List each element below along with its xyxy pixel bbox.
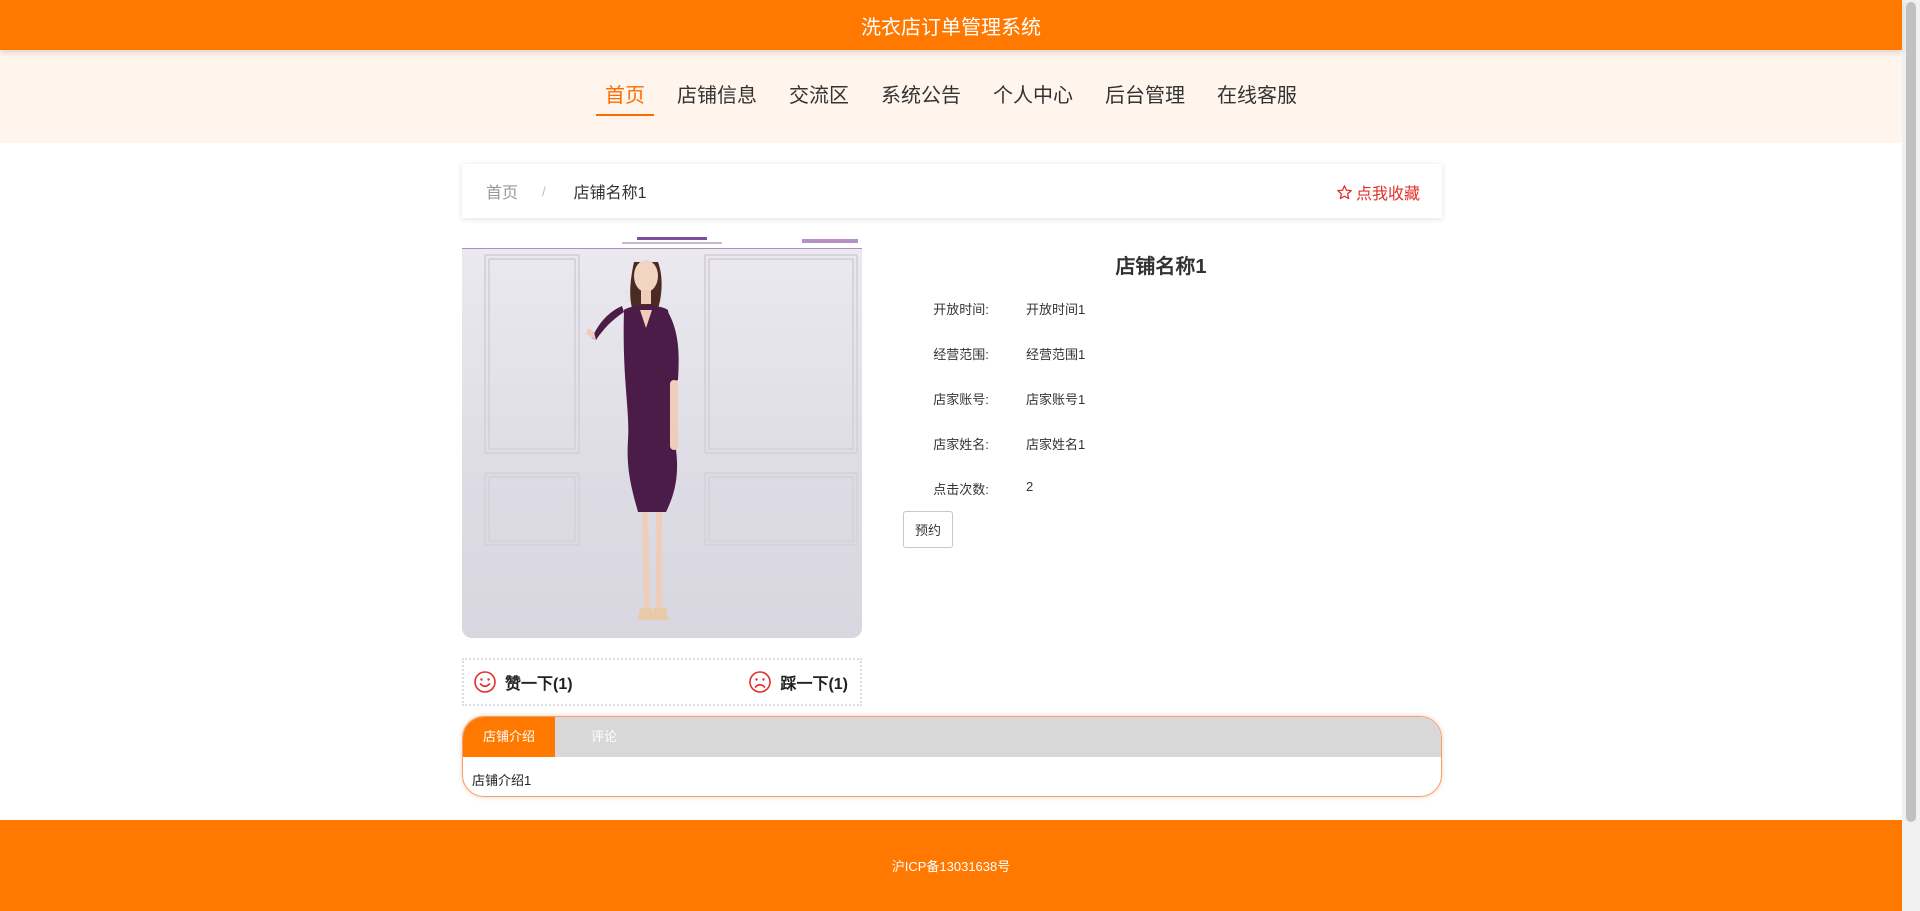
favorite-label: 点我收藏: [1355, 186, 1420, 203]
smile-face-icon: [474, 671, 496, 693]
like-button[interactable]: 赞一下(1): [473, 670, 573, 694]
breadcrumb-current: 店铺名称1: [573, 185, 647, 202]
nav-item-shop-info[interactable]: 店铺信息: [668, 80, 766, 112]
info-row-owner-name: 店家姓名: 店家姓名1: [900, 434, 1085, 453]
nav-item-forum[interactable]: 交流区: [780, 80, 858, 112]
info-label: 店家姓名:: [933, 437, 989, 452]
nav-item-announcements[interactable]: 系统公告: [872, 80, 970, 112]
dislike-label: 踩一下(1): [780, 676, 848, 693]
info-value: 经营范围1: [1026, 347, 1086, 362]
shop-name-heading: 店铺名称1: [1115, 256, 1207, 278]
info-row-business-scope: 经营范围: 经营范围1: [900, 344, 1085, 363]
nav-item-admin[interactable]: 后台管理: [1096, 80, 1194, 112]
site-footer: 沪ICP备13031638号: [0, 820, 1902, 911]
vote-box: 赞一下(1) 踩一下(1): [462, 658, 862, 706]
vertical-scrollbar[interactable]: [1902, 0, 1920, 911]
info-value: 开放时间1: [1026, 302, 1086, 317]
info-value: 2: [1026, 479, 1034, 494]
dislike-button[interactable]: 踩一下(1): [748, 670, 848, 694]
info-label: 点击次数:: [933, 482, 989, 497]
breadcrumb: 首页 / 店铺名称1 点我收藏: [462, 164, 1442, 218]
model-figure: [586, 260, 679, 620]
main-nav: 首页 店铺信息 交流区 系统公告 个人中心 后台管理 在线客服: [0, 50, 1902, 143]
breadcrumb-home-link[interactable]: 首页: [486, 179, 518, 203]
photo-banner-strip: [462, 236, 862, 249]
nav-item-home[interactable]: 首页: [596, 80, 654, 116]
detail-tabs: 店铺介绍 评论 店铺介绍1: [462, 716, 1442, 797]
info-value: 店家姓名1: [1026, 437, 1086, 452]
info-row-owner-account: 店家账号: 店家账号1: [900, 389, 1085, 408]
site-title: 洗衣店订单管理系统: [861, 14, 1041, 39]
star-outline-icon: [1337, 184, 1352, 199]
nav-item-user-center[interactable]: 个人中心: [984, 80, 1082, 112]
tab-shop-intro[interactable]: 店铺介绍: [463, 717, 555, 757]
tab-content: 店铺介绍1: [472, 773, 532, 788]
site-header: 洗衣店订单管理系统: [0, 0, 1902, 50]
like-label: 赞一下(1): [505, 676, 573, 693]
shop-photo: [462, 236, 862, 638]
tab-comments[interactable]: 评论: [555, 717, 653, 757]
icp-record: 沪ICP备13031638号: [891, 859, 1011, 874]
favorite-button[interactable]: 点我收藏: [1336, 180, 1420, 204]
info-row-open-time: 开放时间: 开放时间1: [900, 299, 1085, 318]
tab-header: 店铺介绍 评论: [463, 717, 1441, 757]
info-label: 店家账号:: [933, 392, 989, 407]
info-label: 开放时间:: [933, 302, 989, 317]
sad-face-icon: [749, 671, 772, 693]
reserve-button[interactable]: 预约: [903, 511, 953, 548]
breadcrumb-separator: /: [542, 183, 546, 199]
info-label: 经营范围:: [933, 347, 989, 362]
nav-item-customer-service[interactable]: 在线客服: [1208, 80, 1306, 112]
info-value: 店家账号1: [1026, 392, 1086, 407]
info-row-click-count: 点击次数: 2: [900, 479, 1033, 498]
scrollbar-thumb[interactable]: [1906, 2, 1916, 822]
